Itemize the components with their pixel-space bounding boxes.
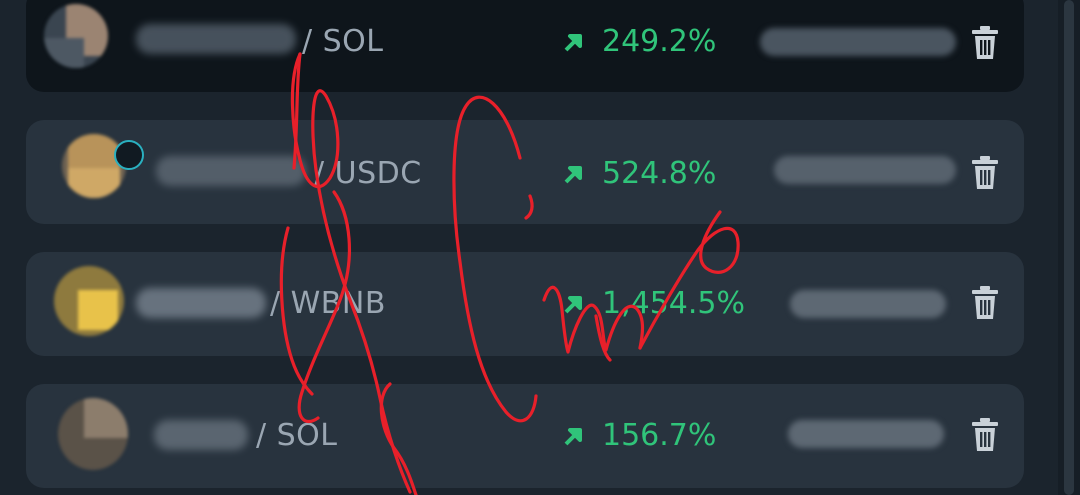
percent-change: 524.8% [602,156,717,191]
token-avatar [44,4,108,68]
token-name-redacted [154,420,248,450]
position-row-2[interactable]: / USDC 524.8% [26,120,1024,224]
arrow-up-right-icon [564,428,582,446]
arrow-up-right-icon [564,166,582,184]
pair-label: / SOL [302,24,384,59]
token-name-redacted [136,288,266,318]
trash-icon[interactable] [970,26,1000,60]
arrow-up-right-icon [564,34,582,52]
arrow-up-right-icon [564,296,582,314]
position-row-1[interactable]: / SOL 249.2% [26,0,1024,92]
percent-change: 249.2% [602,24,717,59]
trash-icon[interactable] [970,418,1000,452]
trash-icon[interactable] [970,156,1000,190]
position-row-4[interactable]: / SOL 156.7% [26,384,1024,488]
value-redacted [788,420,944,448]
token-avatar [58,398,128,470]
pair-label: / WBNB [270,286,386,321]
scrollbar[interactable] [1058,0,1080,495]
token-name-redacted [136,24,296,54]
value-redacted [790,290,946,318]
percent-change: 1,454.5% [602,286,746,321]
trash-icon[interactable] [970,286,1000,320]
pair-label: / USDC [314,156,422,191]
position-row-3[interactable]: / WBNB 1,454.5% [26,252,1024,356]
value-redacted [774,156,956,184]
pair-label: / SOL [256,418,338,453]
token-avatar [54,266,124,336]
value-redacted [760,28,956,56]
token-name-redacted [156,156,306,186]
scrollbar-thumb[interactable] [1064,0,1074,495]
positions-screen: / SOL 249.2% / USDC 524.8% / WBNB 1,454.… [0,0,1080,495]
token-avatar [62,134,126,198]
token-badge [114,140,144,170]
percent-change: 156.7% [602,418,717,453]
